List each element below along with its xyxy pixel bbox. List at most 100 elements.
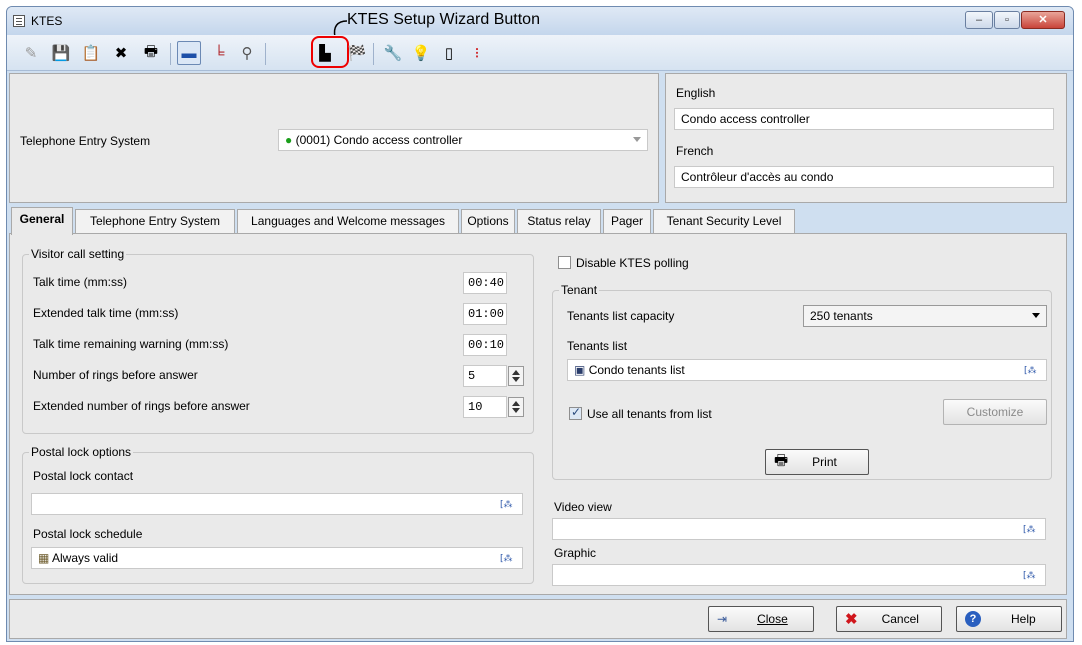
- tenants-list-icon: ▣: [574, 363, 586, 377]
- search-icon[interactable]: ⚲: [235, 41, 259, 65]
- postal-schedule-field[interactable]: ▦ Always valid: [31, 547, 523, 569]
- tab-tenant-security-level[interactable]: Tenant Security Level: [653, 209, 795, 233]
- extended-talk-label: Extended talk time (mm:ss): [33, 306, 179, 320]
- tab-strip: General Telephone Entry System Languages…: [9, 207, 1061, 235]
- toolbar-separator: [265, 43, 266, 65]
- capacity-value: 250 tenants: [810, 309, 873, 323]
- talk-time-input[interactable]: 00:40: [463, 272, 507, 294]
- tab-status-relay[interactable]: Status relay: [517, 209, 601, 233]
- graphic-field[interactable]: [552, 564, 1046, 586]
- link-icon[interactable]: ╘: [207, 41, 231, 65]
- rings-stepper[interactable]: [508, 366, 524, 386]
- warning-label: Talk time remaining warning (mm:ss): [33, 337, 229, 351]
- ext-rings-label: Extended number of rings before answer: [33, 399, 250, 413]
- general-tab-content: Visitor call setting Talk time (mm:ss) 0…: [9, 233, 1067, 595]
- graphic-label: Graphic: [554, 546, 597, 560]
- french-name-field[interactable]: Contrôleur d'accès au condo: [674, 166, 1054, 188]
- cancel-x-icon: ✖: [845, 611, 858, 628]
- rings-input[interactable]: 5: [463, 365, 507, 387]
- print-icon: 🖶: [774, 451, 789, 469]
- rings-label: Number of rings before answer: [33, 368, 198, 382]
- postal-lock-group: Postal lock options Postal lock contact …: [22, 445, 534, 584]
- picker-icon[interactable]: [1023, 524, 1039, 534]
- video-view-label: Video view: [554, 500, 612, 514]
- cancel-label: Cancel: [881, 612, 919, 626]
- lightbulb-icon[interactable]: 💡: [409, 41, 433, 65]
- close-window-button[interactable]: ✕: [1021, 11, 1065, 29]
- english-label: English: [676, 86, 716, 100]
- disable-polling-checkbox[interactable]: [558, 256, 571, 269]
- help-icon: ?: [965, 611, 981, 627]
- help-label: Help: [1011, 612, 1036, 626]
- print-icon[interactable]: 🖶: [139, 41, 163, 65]
- tab-general[interactable]: General: [11, 207, 73, 235]
- picker-icon[interactable]: [500, 553, 516, 563]
- postal-schedule-value: Always valid: [52, 551, 119, 565]
- ext-rings-input[interactable]: 10: [463, 396, 507, 418]
- setup-wizard-annotation: KTES Setup Wizard Button: [347, 11, 540, 28]
- tenants-list-label: Tenants list: [567, 339, 628, 353]
- warning-input[interactable]: 00:10: [463, 334, 507, 356]
- postal-contact-label: Postal lock contact: [33, 469, 134, 483]
- cancel-button[interactable]: ✖ Cancel: [836, 606, 942, 632]
- window-title: KTES: [31, 14, 63, 28]
- customize-button[interactable]: Customize: [943, 399, 1047, 425]
- capacity-label: Tenants list capacity: [567, 309, 675, 323]
- delete-icon[interactable]: ✖: [109, 41, 133, 65]
- picker-icon[interactable]: [1023, 570, 1039, 580]
- print-label: Print: [812, 455, 837, 469]
- chevron-down-icon: [633, 137, 641, 142]
- save-icon[interactable]: 💾: [49, 41, 73, 65]
- telephone-entry-select[interactable]: ● (0001) Condo access controller: [278, 129, 648, 151]
- app-icon: [13, 15, 25, 27]
- tools-icon[interactable]: 🔧: [381, 41, 405, 65]
- language-panel: English Condo access controller French C…: [665, 73, 1067, 203]
- toolbar-separator: [170, 43, 171, 65]
- checkered-flag-icon[interactable]: 🏁: [345, 41, 369, 65]
- new-icon[interactable]: ✎: [19, 41, 43, 65]
- title-bar: KTES – ▫ ✕: [7, 7, 1073, 35]
- tab-options[interactable]: Options: [461, 209, 515, 233]
- door-icon[interactable]: ▯: [437, 41, 461, 65]
- postal-contact-field[interactable]: [31, 493, 523, 515]
- visitor-call-group: Visitor call setting Talk time (mm:ss) 0…: [22, 247, 534, 434]
- setup-wizard-highlight: [311, 36, 349, 68]
- video-view-field[interactable]: [552, 518, 1046, 540]
- use-all-tenants-label: Use all tenants from list: [587, 407, 712, 421]
- panel-icon[interactable]: ▬: [177, 41, 201, 65]
- traffic-light-icon[interactable]: ⁝: [465, 41, 489, 65]
- tab-pager[interactable]: Pager: [603, 209, 651, 233]
- telephone-entry-label: Telephone Entry System: [20, 134, 151, 148]
- postal-lock-title: Postal lock options: [29, 445, 134, 459]
- extended-talk-input[interactable]: 01:00: [463, 303, 507, 325]
- postal-schedule-label: Postal lock schedule: [33, 527, 143, 541]
- exit-door-icon: ⇥: [717, 612, 728, 626]
- talk-time-label: Talk time (mm:ss): [33, 275, 127, 289]
- picker-icon[interactable]: [500, 499, 516, 509]
- tenants-list-field[interactable]: ▣ Condo tenants list: [567, 359, 1047, 381]
- minimize-icon: –: [975, 14, 983, 26]
- english-name-field[interactable]: Condo access controller: [674, 108, 1054, 130]
- use-all-tenants-checkbox[interactable]: [569, 405, 582, 420]
- help-button[interactable]: ? Help: [956, 606, 1062, 632]
- toolbar-separator: [373, 43, 374, 65]
- capacity-select[interactable]: 250 tenants: [803, 305, 1047, 327]
- maximize-button[interactable]: ▫: [994, 11, 1020, 29]
- maximize-icon: ▫: [1005, 14, 1009, 26]
- french-label: French: [676, 144, 714, 158]
- print-button[interactable]: 🖶 Print: [765, 449, 869, 475]
- chevron-down-icon: [1032, 313, 1040, 318]
- ktes-window: KTES – ▫ ✕ KTES Setup Wizard Button ✎ 💾 …: [6, 6, 1074, 642]
- tenant-title: Tenant: [559, 283, 600, 297]
- tenant-group: Tenant Tenants list capacity 250 tenants…: [552, 283, 1052, 480]
- close-label: Close: [757, 612, 788, 626]
- tab-languages-welcome[interactable]: Languages and Welcome messages: [237, 209, 459, 233]
- save-as-icon[interactable]: 📋: [79, 41, 103, 65]
- visitor-call-title: Visitor call setting: [29, 247, 127, 261]
- tab-telephone-entry-system[interactable]: Telephone Entry System: [75, 209, 235, 233]
- ext-rings-stepper[interactable]: [508, 397, 524, 417]
- tenants-list-value: Condo tenants list: [588, 363, 685, 377]
- picker-icon[interactable]: [1024, 365, 1040, 375]
- close-button[interactable]: ⇥ Close: [708, 606, 814, 632]
- minimize-button[interactable]: –: [965, 11, 993, 29]
